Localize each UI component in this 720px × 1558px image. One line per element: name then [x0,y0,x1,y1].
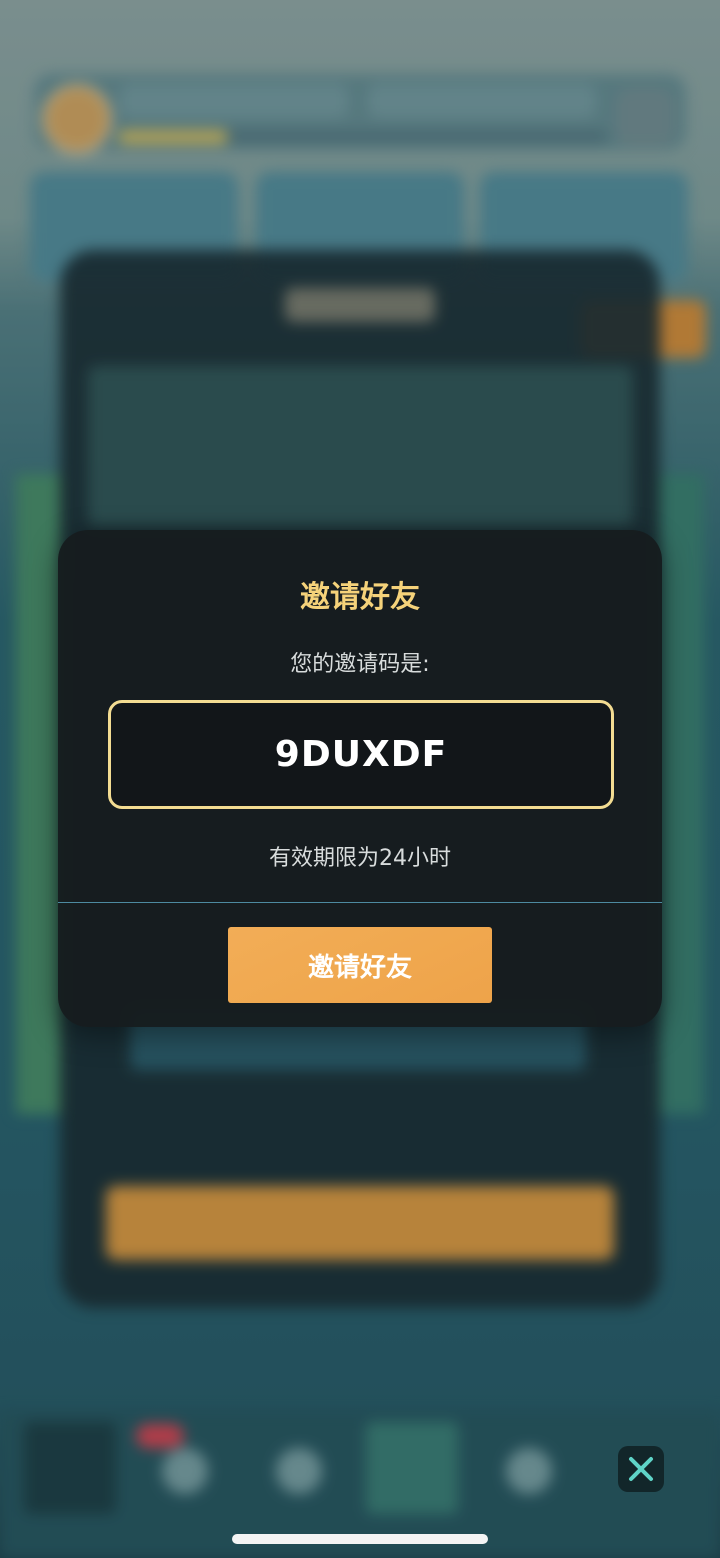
dialog-title: 邀请好友 [300,580,420,615]
invite-code-box[interactable]: 9DUXDF [108,700,614,809]
close-icon [629,1457,653,1481]
invite-code-label: 您的邀请码是: [290,652,430,677]
screen: 邀请好友 您的邀请码是: 9DUXDF 有效期限为24小时 邀请好友 [0,0,720,1558]
invite-code-value: 9DUXDF [274,734,448,775]
invite-friend-button[interactable]: 邀请好友 [228,927,492,1003]
validity-text: 有效期限为24小时 [269,846,451,871]
close-button[interactable] [618,1446,664,1492]
divider [58,902,662,903]
home-indicator[interactable] [232,1534,488,1544]
